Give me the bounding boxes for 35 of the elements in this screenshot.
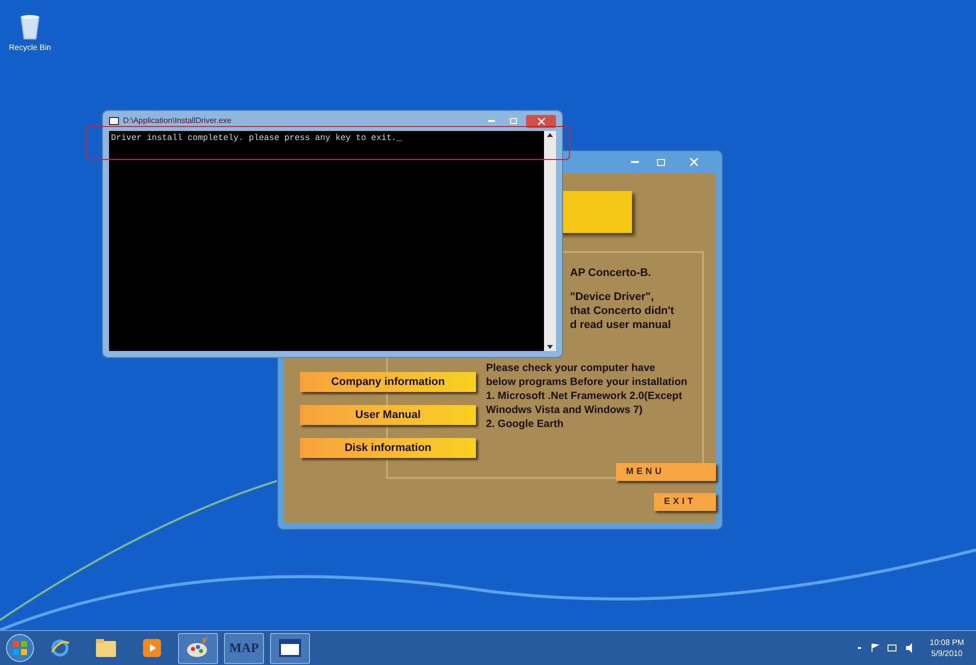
requirement-text: below programs Before your installation: [486, 375, 688, 389]
windows-logo-icon: [13, 641, 27, 655]
info-text: d read user manual: [570, 318, 672, 332]
close-icon: [538, 118, 544, 124]
start-button[interactable]: [6, 634, 34, 662]
menu-option-button[interactable]: Disk information: [300, 438, 476, 458]
folder-icon[interactable]: [95, 638, 117, 658]
scroll-up-icon[interactable]: [547, 133, 553, 137]
console-app-icon: [109, 117, 119, 125]
requirement-text: 1. Microsoft .Net Framework 2.0(Except: [486, 389, 684, 403]
info-text: that Concerto didn't: [570, 304, 674, 318]
menu-option-button[interactable]: User Manual: [300, 405, 476, 425]
menu-option-button[interactable]: Company information: [300, 372, 476, 392]
window-icon[interactable]: [279, 639, 301, 657]
play-icon[interactable]: [143, 639, 161, 657]
info-text: AP Concerto-B.: [570, 266, 652, 280]
clock-time[interactable]: 10:08 PM: [930, 637, 964, 648]
scrollbar[interactable]: [544, 131, 556, 351]
info-text: "Device Driver",: [570, 290, 655, 304]
icon-label[interactable]: Recycle Bin: [8, 42, 52, 54]
trash-bin-icon[interactable]: [19, 14, 41, 40]
console-title: D:\Application\InstallDriver.exe: [123, 115, 232, 127]
palette-icon[interactable]: [186, 637, 210, 659]
nav-button[interactable]: EXIT: [654, 493, 716, 511]
scroll-down-icon[interactable]: [547, 345, 553, 349]
nav-button[interactable]: MENU: [616, 463, 716, 481]
browser-icon[interactable]: [49, 637, 71, 659]
console-line: Driver install completely. please press any key to exit._: [111, 133, 403, 144]
requirement-text: Please check your computer have: [486, 361, 656, 375]
close-button[interactable]: [526, 114, 556, 128]
cursor: _: [396, 133, 402, 143]
clock-date[interactable]: 5/9/2010: [931, 648, 962, 659]
requirement-text: 2. Google Earth: [486, 417, 565, 431]
close-icon: [690, 158, 698, 166]
requirement-text: Winodws Vista and Windows 7): [486, 403, 644, 417]
